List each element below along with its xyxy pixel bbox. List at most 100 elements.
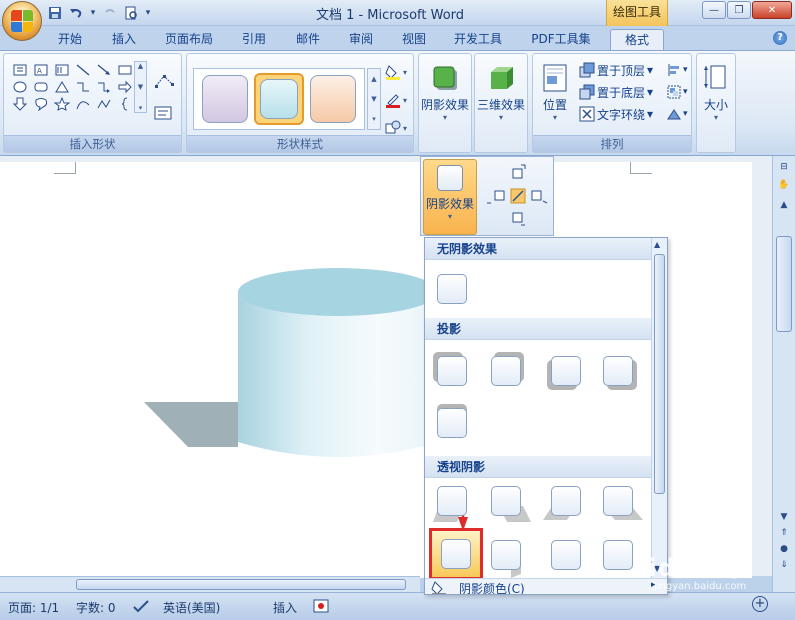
- arrow-line-icon[interactable]: [94, 62, 114, 78]
- perspective-shadow-option-5-selected[interactable]: [429, 528, 483, 580]
- tab-page-layout[interactable]: 页面布局: [158, 29, 220, 50]
- shape-fill-button[interactable]: ▾: [385, 62, 407, 82]
- previous-page-icon[interactable]: ⇑: [776, 526, 792, 540]
- callout-shape-icon[interactable]: [31, 96, 51, 112]
- tab-home[interactable]: 开始: [50, 29, 90, 50]
- undo-dropdown-icon[interactable]: ▾: [88, 8, 98, 18]
- no-shadow-option[interactable]: [435, 272, 469, 306]
- shadow-effects-button[interactable]: 阴影效果 ▾: [419, 58, 471, 136]
- align-button[interactable]: ▾: [667, 60, 688, 80]
- drop-shadow-option-4[interactable]: [601, 354, 635, 388]
- shadow-on-off-icon[interactable]: [510, 188, 526, 204]
- shapes-gallery-scroll[interactable]: ▲ ▼ ▾: [134, 61, 147, 113]
- right-arrow-shape-icon[interactable]: [115, 79, 135, 95]
- vertical-textbox-icon[interactable]: A: [31, 62, 51, 78]
- scroll-up-icon[interactable]: ▲: [135, 62, 146, 70]
- page-count[interactable]: 页面: 1/1: [8, 599, 59, 616]
- browse-icon[interactable]: ✋: [776, 178, 792, 192]
- next-page-icon[interactable]: ⇓: [776, 558, 792, 572]
- select-browse-object-icon[interactable]: ●: [776, 542, 792, 556]
- tab-insert[interactable]: 插入: [104, 29, 144, 50]
- cylinder-shape[interactable]: [138, 262, 458, 472]
- close-button[interactable]: ✕: [752, 1, 792, 19]
- insert-mode-status[interactable]: 插入: [273, 599, 297, 616]
- drop-shadow-option-5[interactable]: [435, 406, 469, 440]
- text-wrap-button[interactable]: 文字环绕 ▾: [579, 104, 653, 124]
- zoom-in-icon[interactable]: +: [752, 596, 768, 612]
- style-swatch-orange[interactable]: [310, 75, 356, 123]
- word-count[interactable]: 字数: 0: [76, 599, 116, 616]
- vertical-scrollbar[interactable]: ⊟ ✋ ▲ ▼ ⇑ ● ⇓: [772, 156, 795, 596]
- language-status[interactable]: 英语(美国): [163, 599, 220, 616]
- style-swatch-cyan[interactable]: [254, 73, 304, 125]
- horizontal-scrollbar[interactable]: [0, 576, 420, 592]
- perspective-shadow-option-4[interactable]: [601, 484, 643, 520]
- scroll-down-icon[interactable]: ▼: [371, 95, 376, 103]
- tab-format[interactable]: 格式: [610, 29, 664, 50]
- shape-outline-button[interactable]: ▾: [385, 90, 407, 110]
- style-gallery-scroll[interactable]: ▲ ▼ ▾: [367, 68, 381, 130]
- rounded-rect-icon[interactable]: [31, 79, 51, 95]
- nudge-shadow-down-icon[interactable]: [512, 212, 525, 226]
- print-preview-icon[interactable]: [122, 4, 140, 22]
- three-d-effects-button[interactable]: 三维效果 ▾: [475, 58, 527, 136]
- oval-shape-icon[interactable]: [10, 79, 30, 95]
- drop-shadow-option-3[interactable]: [549, 354, 583, 388]
- scroll-up-icon[interactable]: ▲: [776, 198, 792, 212]
- gallery-scroll-thumb[interactable]: [654, 254, 665, 494]
- bring-to-front-button[interactable]: 置于顶层 ▾: [579, 60, 653, 80]
- scroll-up-icon[interactable]: ▲: [371, 75, 376, 83]
- tab-pdf-tools[interactable]: PDF工具集: [524, 29, 598, 50]
- proofing-icon[interactable]: [132, 599, 150, 616]
- drop-shadow-option-1[interactable]: [435, 354, 469, 388]
- ruler-toggle-icon[interactable]: ⊟: [776, 160, 792, 174]
- expand-gallery-icon[interactable]: ▾: [135, 104, 146, 112]
- perspective-shadow-option-2[interactable]: [489, 484, 531, 522]
- perspective-shadow-option-1[interactable]: [433, 484, 469, 522]
- edit-points-icon[interactable]: [154, 72, 176, 90]
- nudge-shadow-up-icon[interactable]: [512, 164, 526, 179]
- vertical-scroll-thumb[interactable]: [776, 236, 792, 332]
- send-to-back-button[interactable]: 置于底层 ▾: [579, 82, 653, 102]
- position-button[interactable]: 位置 ▾: [535, 58, 575, 136]
- down-arrow-shape-icon[interactable]: [10, 96, 30, 112]
- tab-review[interactable]: 审阅: [341, 29, 381, 50]
- elbow-connector-icon[interactable]: [73, 79, 93, 95]
- save-icon[interactable]: [46, 4, 64, 22]
- restore-button[interactable]: ❐: [727, 1, 751, 19]
- perspective-shadow-option-6[interactable]: [489, 538, 523, 578]
- freeform-shape-icon[interactable]: [94, 96, 114, 112]
- style-swatch-purple[interactable]: [202, 75, 248, 123]
- perspective-shadow-option-8[interactable]: [601, 538, 635, 572]
- group-button[interactable]: ▾: [667, 82, 688, 102]
- office-button[interactable]: [2, 1, 42, 41]
- expand-gallery-icon[interactable]: ▾: [372, 115, 376, 123]
- scroll-down-icon[interactable]: ▼: [135, 83, 146, 91]
- rotate-button[interactable]: ▾: [667, 104, 688, 124]
- macro-record-icon[interactable]: [313, 599, 329, 616]
- scroll-down-icon[interactable]: ▼: [776, 510, 792, 524]
- shadow-effects-active-button[interactable]: 阴影效果 ▾: [423, 159, 477, 235]
- brace-shape-icon[interactable]: [115, 96, 135, 112]
- perspective-shadow-option-3[interactable]: [543, 484, 583, 520]
- minimize-button[interactable]: —: [702, 1, 726, 19]
- curve-shape-icon[interactable]: [73, 96, 93, 112]
- tab-view[interactable]: 视图: [394, 29, 434, 50]
- perspective-shadow-option-7[interactable]: [549, 538, 583, 572]
- nudge-shadow-right-icon[interactable]: [531, 190, 548, 204]
- help-icon[interactable]: ?: [773, 31, 787, 45]
- rectangle-shape-icon[interactable]: [115, 62, 135, 78]
- elbow-arrow-icon[interactable]: [94, 79, 114, 95]
- nudge-shadow-left-icon[interactable]: [487, 190, 505, 204]
- star-shape-icon[interactable]: [52, 96, 72, 112]
- horizontal-scroll-thumb[interactable]: [76, 579, 406, 590]
- tab-references[interactable]: 引用: [234, 29, 274, 50]
- line-shape-icon[interactable]: [73, 62, 93, 78]
- redo-icon[interactable]: [101, 4, 119, 22]
- scroll-up-icon[interactable]: ▲: [654, 240, 660, 249]
- triangle-shape-icon[interactable]: [52, 79, 72, 95]
- drop-shadow-option-2[interactable]: [489, 354, 523, 388]
- textbox-shape-icon[interactable]: [10, 62, 30, 78]
- size-button[interactable]: 大小 ▾: [697, 58, 735, 136]
- customize-qat-icon[interactable]: ▾: [143, 8, 153, 18]
